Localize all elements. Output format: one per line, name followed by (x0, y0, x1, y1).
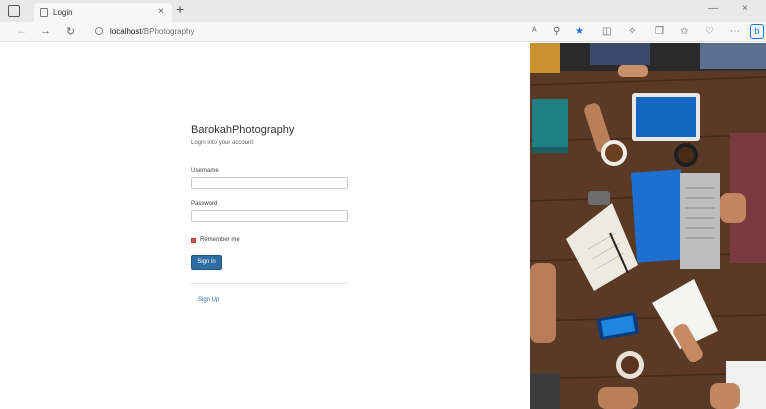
minimize-icon[interactable]: — (708, 3, 718, 14)
back-icon[interactable]: ← (16, 25, 27, 37)
edge-copilot-icon[interactable]: b (750, 24, 764, 39)
close-window-icon[interactable]: × (742, 3, 748, 14)
read-aloud-icon[interactable]: ᴬ (532, 26, 537, 37)
site-info-icon[interactable] (95, 27, 103, 35)
hero-image (530, 43, 766, 409)
checkbox-box[interactable] (191, 238, 196, 243)
zoom-icon[interactable]: ⚲ (553, 26, 560, 37)
tab-close-icon[interactable]: × (158, 6, 164, 17)
password-input[interactable] (191, 210, 348, 222)
collections-icon[interactable]: ❐ (655, 26, 664, 37)
username-input[interactable] (191, 177, 348, 189)
browser-tab-bar: Login × + — × (0, 0, 766, 22)
login-subtitle: Login into your account (191, 140, 254, 146)
new-tab-button[interactable]: + (176, 1, 184, 17)
tab-title: Login (53, 8, 73, 17)
favorites-bar-icon[interactable]: ✩ (680, 26, 688, 37)
sign-in-button[interactable]: Sign in (191, 255, 222, 270)
password-label: Password (191, 201, 218, 207)
more-menu-icon[interactable]: ⋯ (730, 26, 740, 37)
remember-me-label: Remember me (200, 237, 240, 243)
tab-actions-icon[interactable] (8, 5, 20, 17)
sign-up-link[interactable]: Sign Up (198, 297, 219, 303)
refresh-icon[interactable]: ↻ (66, 25, 75, 38)
browser-toolbar: ← → ↻ localhost/BPhotography ᴬ ⚲ ★ ◫ ✧ ❐… (0, 22, 766, 42)
form-divider (191, 283, 348, 284)
favorite-star-icon[interactable]: ★ (575, 26, 584, 37)
address-bar[interactable]: localhost/BPhotography (90, 25, 522, 39)
remember-me-checkbox[interactable]: Remember me (191, 237, 271, 245)
page-icon (40, 8, 48, 17)
browser-essentials-icon[interactable]: ♡ (705, 26, 714, 37)
brand-title: BarokahPhotography (191, 124, 295, 136)
username-label: Username (191, 168, 219, 174)
split-screen-icon[interactable]: ◫ (602, 26, 611, 37)
browser-tab[interactable]: Login × (34, 3, 172, 22)
url-text: localhost/BPhotography (110, 27, 195, 36)
extensions-icon[interactable]: ✧ (628, 26, 636, 37)
forward-icon[interactable]: → (40, 25, 51, 37)
